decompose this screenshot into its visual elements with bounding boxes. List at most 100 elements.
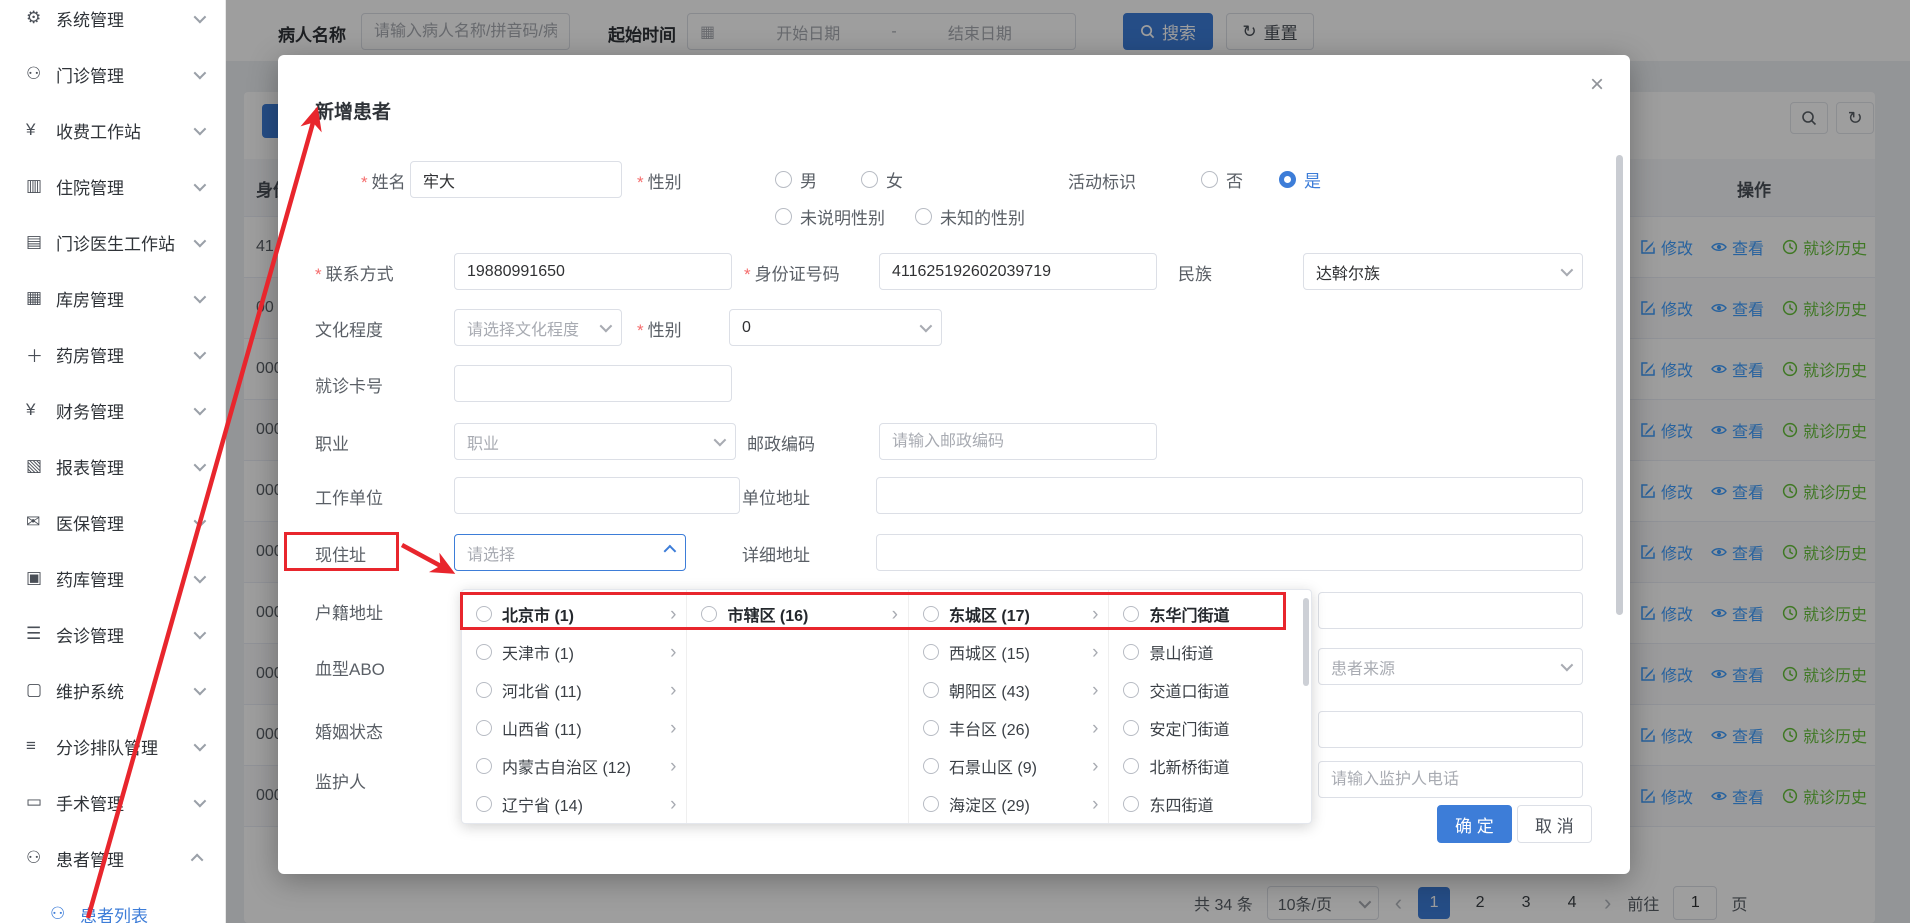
cascader-option-label: 石景山区 (9) [949,754,1037,778]
sidebar-item-charging-workstation[interactable]: ¥ 收费工作站 [0,102,225,158]
active-flag-radio-no[interactable]: 否 [1201,167,1243,192]
radio-icon[interactable] [476,606,492,622]
cascader-option[interactable]: 东城区 (17) › [909,595,1109,633]
gender-radio-female[interactable]: 女 [861,167,903,192]
gender-radio-male[interactable]: 男 [775,167,817,192]
cascader-option[interactable]: 丰台区 (26) › [909,709,1109,747]
education-select[interactable]: 请选择文化程度 [454,309,622,346]
sidebar-item-surgery-management[interactable]: ▭ 手术管理 [0,774,225,830]
cascader-option[interactable]: 辽宁省 (14) › [462,785,686,823]
sidebar-item-finance-management[interactable]: ¥ 财务管理 [0,382,225,438]
chevron-icon [194,10,207,23]
sidebar-item-pharmacy-management[interactable]: ＋ 药房管理 [0,326,225,382]
cascader-option[interactable]: 东四街道 [1109,785,1311,823]
radio-icon[interactable] [923,758,939,774]
close-icon[interactable]: × [1590,73,1604,97]
sidebar-item-medical-insurance-management[interactable]: ✉ 医保管理 [0,494,225,550]
radio-icon[interactable] [923,796,939,812]
radio-icon[interactable] [1123,796,1139,812]
radio-icon[interactable] [1123,644,1139,660]
radio-icon[interactable] [923,644,939,660]
sidebar-item-triage-queue-management[interactable]: ≡ 分诊排队管理 [0,718,225,774]
patient-source-select[interactable]: 患者来源 [1318,648,1583,685]
chevron-right-icon: › [670,681,676,700]
radio-icon[interactable] [923,682,939,698]
radio-icon[interactable] [1123,720,1139,736]
radio-icon[interactable] [476,720,492,736]
cascader-option[interactable]: 北京市 (1) › [462,595,686,633]
radio-icon[interactable] [701,606,717,622]
document-icon: ▦ [26,288,56,308]
radio-icon [861,171,878,188]
radio-icon[interactable] [1123,682,1139,698]
radio-icon[interactable] [476,796,492,812]
cascader-option[interactable]: 东华门街道 [1109,595,1311,633]
sidebar-item-storeroom-management[interactable]: ▦ 库房管理 [0,270,225,326]
cascader-option[interactable]: 山西省 (11) › [462,709,686,747]
sidebar-item-drug-storage-management[interactable]: ▣ 药库管理 [0,550,225,606]
radio-icon[interactable] [476,758,492,774]
gender-radio-unknown[interactable]: 未知的性别 [915,204,1025,229]
chevron-right-icon: › [1092,681,1098,700]
cascader-option[interactable]: 安定门街道 [1109,709,1311,747]
sidebar-item-patient-list[interactable]: ⚇ 患者列表 [0,886,225,923]
contact-input[interactable] [454,253,732,290]
sidebar-item-maintenance-system[interactable]: ▢ 维护系统 [0,662,225,718]
cascader-option[interactable]: 石景山区 (9) › [909,747,1109,785]
radio-icon[interactable] [1123,606,1139,622]
cascader-option[interactable]: 内蒙古自治区 (12) › [462,747,686,785]
user-icon: ⚇ [26,848,56,868]
gender-select[interactable]: 0 [729,309,942,346]
active-flag-radio-yes[interactable]: 是 [1279,167,1321,192]
chevron-down-icon [714,434,727,447]
cascader-option[interactable]: 朝阳区 (43) › [909,671,1109,709]
sidebar-item-system-management[interactable]: ⚙ 系统管理 [0,0,225,46]
marital-right-input[interactable] [1318,711,1583,748]
sidebar-item-label: 会诊管理 [56,622,124,647]
radio-icon[interactable] [923,606,939,622]
cascader-option[interactable]: 北新桥街道 [1109,747,1311,785]
unit-address-input[interactable] [876,477,1583,514]
detail-address-input[interactable] [876,534,1583,571]
cascader-option[interactable]: 景山街道 [1109,633,1311,671]
modal-scrollbar[interactable] [1616,155,1623,615]
name-input[interactable] [410,161,622,198]
cascader-option[interactable]: 海淀区 (29) › [909,785,1109,823]
sidebar-item-label: 维护系统 [56,678,124,703]
cascader-option[interactable]: 天津市 (1) › [462,633,686,671]
sidebar-item-report-management[interactable]: ▧ 报表管理 [0,438,225,494]
sidebar-item-outpatient-management[interactable]: ⚇ 门诊管理 [0,46,225,102]
id-number-input[interactable] [879,253,1157,290]
gender-radio-unexplained[interactable]: 未说明性别 [775,204,885,229]
cascader-option[interactable]: 西城区 (15) › [909,633,1109,671]
sidebar-item-label: 门诊医生工作站 [56,230,175,255]
chevron-icon [194,738,207,751]
current-address-cascader-select[interactable]: 请选择 [454,534,686,571]
sidebar-item-consultation-management[interactable]: ☰ 会诊管理 [0,606,225,662]
modal-title: 新增患者 [315,97,391,124]
sidebar-item-inpatient-management[interactable]: ▥ 住院管理 [0,158,225,214]
cascader-option[interactable]: 市辖区 (16) › [687,595,907,633]
radio-icon[interactable] [476,644,492,660]
radio-icon[interactable] [476,682,492,698]
cancel-button[interactable]: 取 消 [1517,805,1592,843]
visit-card-input[interactable] [454,365,732,402]
guardian-phone-input[interactable] [1318,761,1583,798]
chevron-right-icon: › [892,605,898,624]
sidebar-item-outpatient-doctor-workstation[interactable]: ▤ 门诊医生工作站 [0,214,225,270]
cascader-scrollbar[interactable] [1303,598,1309,686]
chevron-icon [191,853,204,866]
work-unit-input[interactable] [454,477,740,514]
household-right-input[interactable] [1318,592,1583,629]
sidebar-item-label: 财务管理 [56,398,124,423]
ethnicity-select[interactable]: 达斡尔族 [1303,253,1583,290]
radio-icon[interactable] [1123,758,1139,774]
chevron-down-icon [920,320,933,333]
confirm-button[interactable]: 确 定 [1437,805,1512,843]
cascader-option[interactable]: 河北省 (11) › [462,671,686,709]
cascader-option[interactable]: 交道口街道 [1109,671,1311,709]
occupation-select[interactable]: 职业 [454,423,736,460]
sidebar-item-patient-management[interactable]: ⚇ 患者管理 [0,830,225,886]
radio-icon[interactable] [923,720,939,736]
postal-code-input[interactable] [879,423,1157,460]
